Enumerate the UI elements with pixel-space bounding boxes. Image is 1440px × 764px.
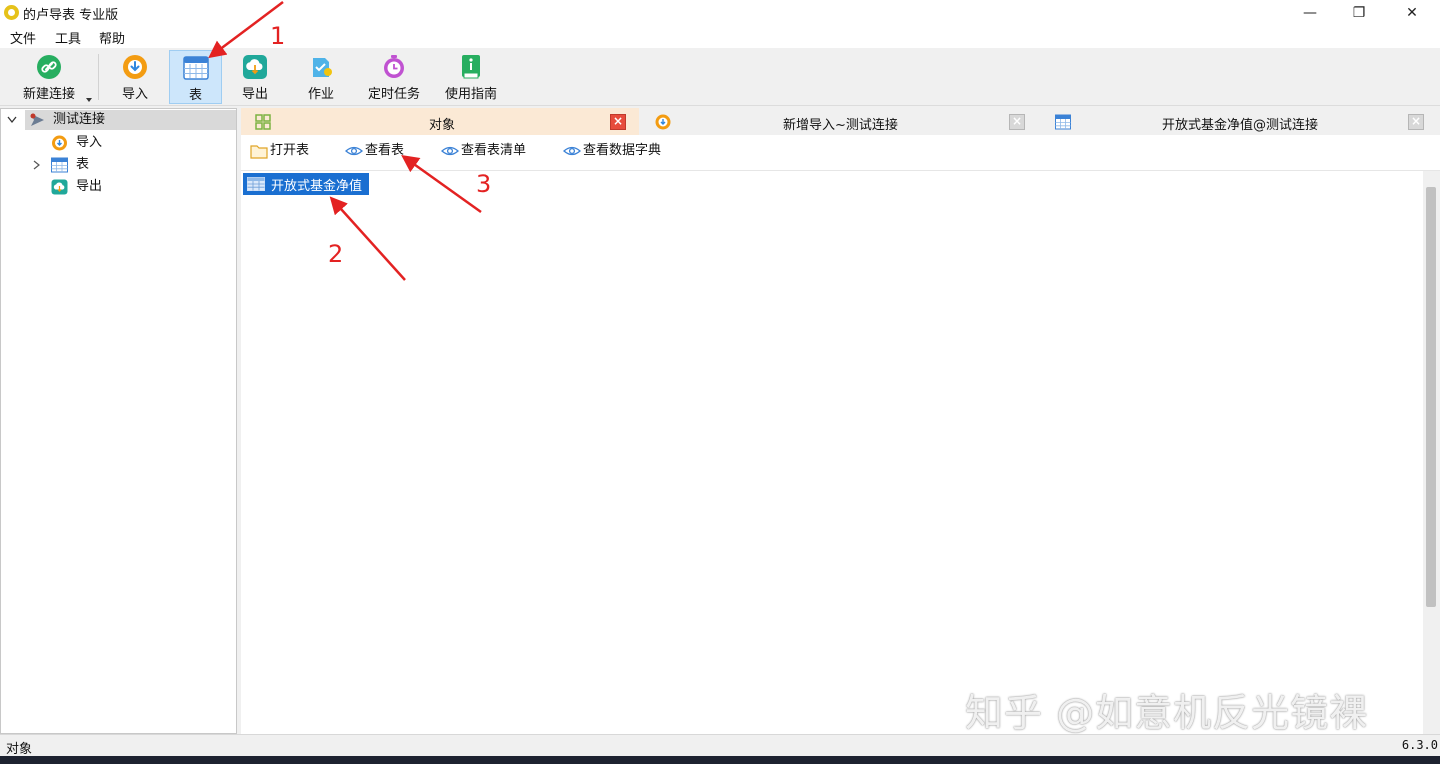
status-text: 对象 [6,742,33,757]
close-icon[interactable]: × [1408,114,1424,130]
job-icon [313,58,332,77]
tab-objects[interactable]: 对象 × [241,108,639,135]
tree-root-label: 测试连接 [53,112,106,127]
menu-help[interactable]: 帮助 [99,28,125,47]
menu-tools[interactable]: 工具 [55,28,81,47]
guide-book-icon [462,55,480,79]
tree-item-import-label: 导入 [76,135,103,150]
tab-objects-label: 对象 [429,118,456,133]
import-icon [655,114,671,130]
tab-fund-nav-label: 开放式基金净值@测试连接 [1162,118,1319,133]
scheduled-task-button[interactable]: 定时任务 [362,50,426,104]
list-item-label: 开放式基金净值 [271,179,363,194]
guide-button[interactable]: 使用指南 [440,50,502,104]
clock-icon [384,55,404,78]
tree-item-table-label: 表 [76,157,90,172]
import-icon [123,55,147,79]
list-item[interactable]: 开放式基金净值 [243,173,369,195]
scrollbar-thumb[interactable] [1426,187,1436,607]
tab-new-import[interactable]: 新增导入~测试连接 × [641,108,1039,135]
tab-bar: 对象 × 新增导入~测试连接 × 开放式基金净值@测试连接 × [241,108,1440,135]
export-label: 导出 [241,87,268,102]
link-icon [37,55,61,79]
main-panel: 对象 × 新增导入~测试连接 × 开放式基金净值@测试连接 × 打开表 查看表 … [241,108,1440,734]
close-icon[interactable]: × [1009,114,1025,130]
job-label: 作业 [307,87,334,102]
eye-icon [345,146,363,156]
open-table-button[interactable]: 打开表 [250,141,324,161]
object-list: 开放式基金净值 [241,171,1421,734]
table-icon [51,157,68,173]
chevron-down-icon[interactable] [7,116,17,124]
status-bar: 对象 6.3.0 [0,734,1440,757]
menu-bar: 文件 工具 帮助 [0,26,1440,48]
maximize-button[interactable]: ❐ [1333,0,1385,26]
view-table-button[interactable]: 查看表 [345,141,419,161]
main-toolbar: 新建连接 导入 表 导出 作业 定时任务 使用指南 [0,48,1440,106]
eye-icon [441,146,459,156]
table-icon [182,56,209,80]
view-data-dictionary-label: 查看数据字典 [583,143,662,158]
tree-item-export[interactable]: 导出 [1,176,236,198]
tree-item-table[interactable]: 表 [1,154,236,176]
open-table-label: 打开表 [270,143,310,158]
guide-label: 使用指南 [444,87,497,102]
window-title: 的卢导表 专业版 [23,8,119,23]
object-toolbar: 打开表 查看表 查看表清单 查看数据字典 [241,135,1440,171]
table-button[interactable]: 表 [169,50,222,104]
annotation-number: 3 [476,170,492,198]
menu-file[interactable]: 文件 [10,28,36,47]
table-icon [1055,114,1071,130]
connection-tree: 测试连接 导入 表 导出 [0,108,237,734]
new-connection-button[interactable]: 新建连接 [14,50,84,104]
annotation-number: 1 [270,22,286,50]
import-icon [52,135,67,151]
minimize-button[interactable]: — [1284,0,1336,26]
table-icon [247,177,265,191]
export-button[interactable]: 导出 [230,50,280,104]
chevron-right-icon[interactable] [33,160,40,170]
view-table-list-label: 查看表清单 [461,143,527,158]
view-table-list-button[interactable]: 查看表清单 [441,141,541,161]
annotation-number: 2 [328,240,344,268]
import-button[interactable]: 导入 [110,50,160,104]
connection-icon [30,113,44,126]
toolbar-divider [98,54,99,100]
cloud-export-icon [243,55,267,79]
title-bar: 的卢导表 专业版 — ❐ ✕ [0,0,1440,26]
tree-root-row[interactable]: 测试连接 [1,109,236,131]
tree-item-export-label: 导出 [76,179,103,194]
chevron-down-icon[interactable] [86,98,92,102]
view-data-dictionary-button[interactable]: 查看数据字典 [563,141,675,161]
version-label: 6.3.0 [1401,738,1438,752]
watermark: 知乎 @如意机反光镜裸 [965,691,1369,735]
tab-new-import-label: 新增导入~测试连接 [783,118,898,133]
view-table-label: 查看表 [365,143,405,158]
new-connection-label: 新建连接 [22,87,75,102]
app-logo-icon [4,5,19,20]
job-button[interactable]: 作业 [296,50,346,104]
close-button[interactable]: ✕ [1386,0,1438,26]
vertical-scrollbar[interactable] [1423,171,1440,734]
taskbar-strip [0,756,1440,764]
eye-icon [563,146,581,156]
import-label: 导入 [121,87,148,102]
tree-item-import[interactable]: 导入 [1,132,236,154]
close-icon[interactable]: × [610,114,626,130]
folder-icon [250,145,268,159]
cloud-export-icon [51,179,68,195]
tab-fund-nav[interactable]: 开放式基金净值@测试连接 × [1041,108,1440,135]
scheduled-task-label: 定时任务 [367,87,420,102]
table-label: 表 [188,88,202,103]
grid-icon [255,114,271,130]
